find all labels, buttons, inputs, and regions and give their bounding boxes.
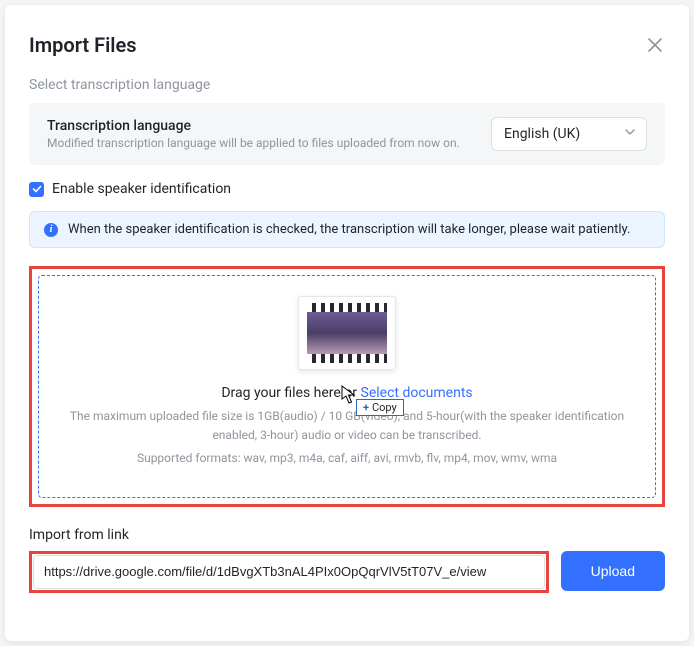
language-select[interactable]: English (UK) <box>491 117 647 151</box>
language-panel-text: Transcription language Modified transcri… <box>47 118 491 150</box>
language-section-caption: Select transcription language <box>29 77 665 93</box>
speaker-id-label[interactable]: Enable speaker identification <box>52 181 231 197</box>
speaker-id-row: Enable speaker identification <box>29 181 665 197</box>
video-thumbnail <box>298 296 396 370</box>
file-dropzone[interactable]: Drag your files here or Select documents… <box>38 275 656 498</box>
import-url-input[interactable] <box>33 555 545 589</box>
select-documents-link[interactable]: Select documents <box>361 385 473 401</box>
close-icon <box>648 38 662 52</box>
info-icon: i <box>44 223 58 237</box>
dropzone-highlight: Drag your files here or Select documents… <box>29 266 665 507</box>
url-input-highlight <box>29 551 549 593</box>
language-panel: Transcription language Modified transcri… <box>29 103 665 165</box>
close-button[interactable] <box>645 35 665 55</box>
language-select-value: English (UK) <box>504 126 580 142</box>
dropzone-formats-note: Supported formats: wav, mp3, m4a, caf, a… <box>67 449 627 468</box>
import-link-row: Upload <box>29 551 665 593</box>
speaker-id-checkbox[interactable] <box>29 182 44 197</box>
modal-header: Import Files <box>29 33 665 57</box>
language-subtitle: Modified transcription language will be … <box>47 136 491 150</box>
filmstrip-icon <box>307 303 387 363</box>
dropzone-size-note: The maximum uploaded file size is 1GB(au… <box>67 407 627 445</box>
upload-button[interactable]: Upload <box>561 551 665 591</box>
drag-instruction: Drag your files here or Select documents <box>221 385 472 401</box>
import-files-modal: Import Files Select transcription langua… <box>5 5 689 641</box>
import-link-label: Import from link <box>29 527 665 543</box>
chevron-down-icon <box>624 126 636 142</box>
language-title: Transcription language <box>47 118 491 134</box>
modal-title: Import Files <box>29 33 137 57</box>
checkmark-icon <box>32 184 42 194</box>
info-text: When the speaker identification is check… <box>68 222 630 237</box>
info-banner: i When the speaker identification is che… <box>29 211 665 248</box>
drag-prefix: Drag your files here or <box>221 385 360 401</box>
